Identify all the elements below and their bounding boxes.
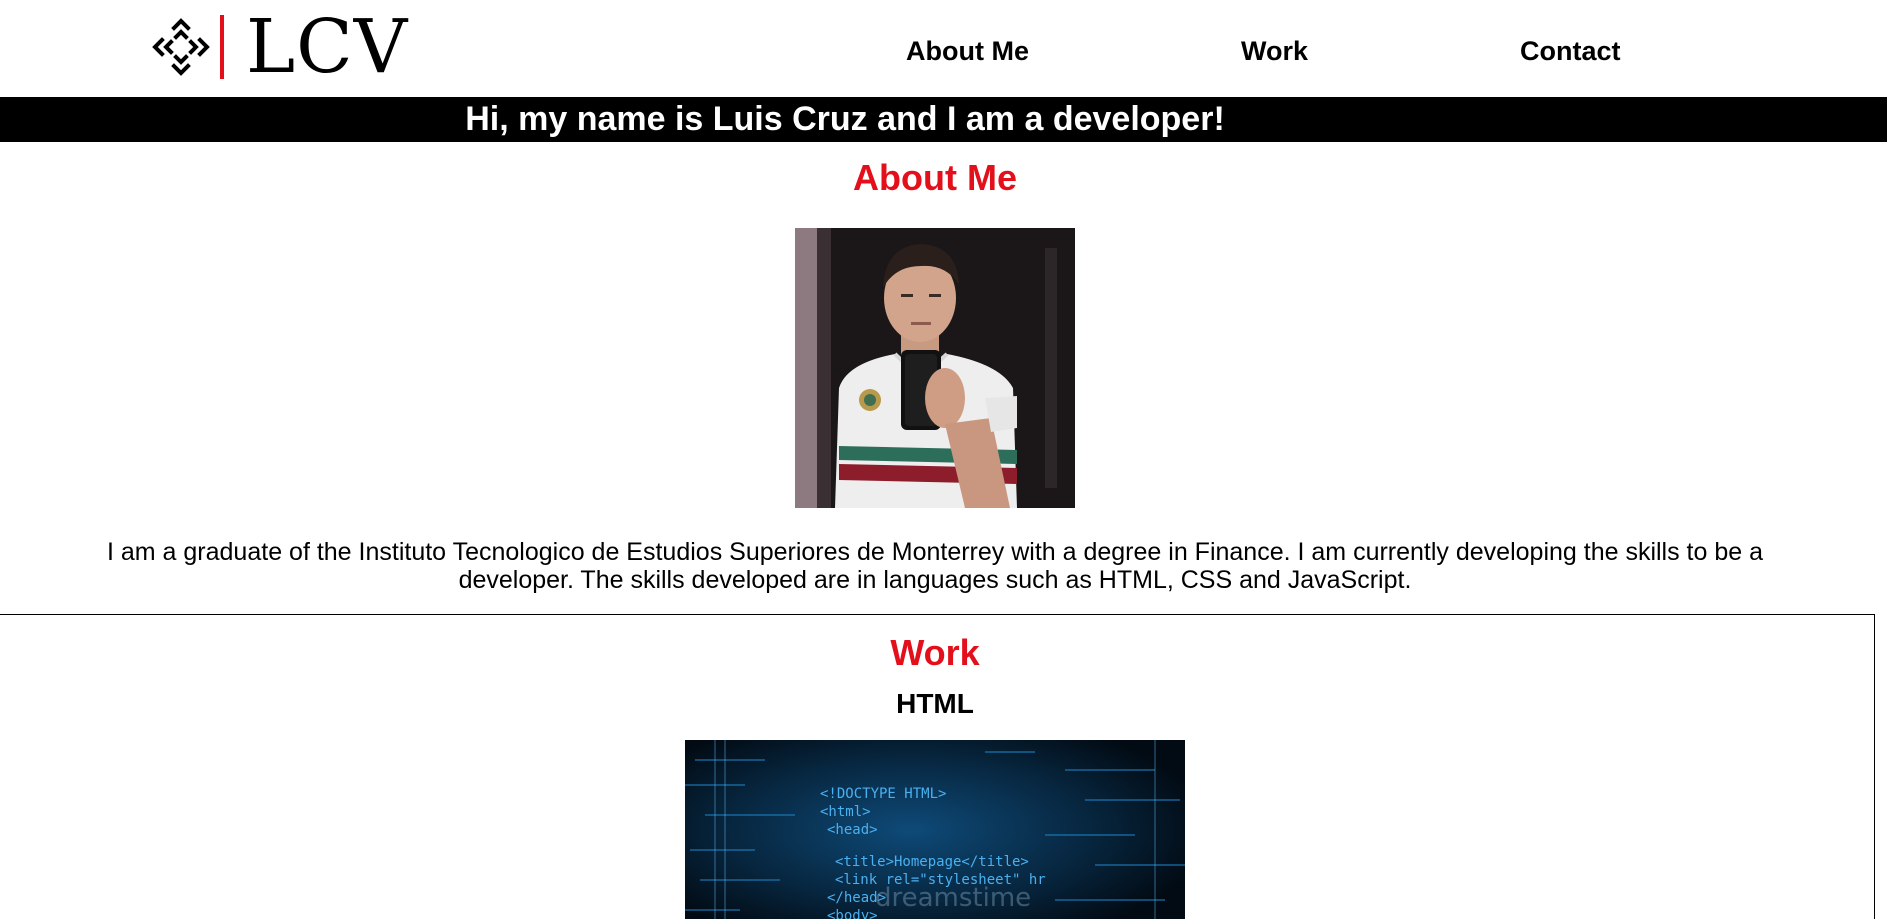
- nav-contact-link[interactable]: Contact: [1520, 32, 1621, 70]
- work-section: Work HTML <!DOCTYPE HTML> <html> <head> …: [0, 614, 1875, 919]
- intro-banner-text: Hi, my name is Luis Cruz and I am a deve…: [465, 100, 1225, 138]
- about-section: About Me I am a graduate of the Institut…: [0, 142, 1887, 614]
- logo-text: LCV: [246, 4, 409, 90]
- page: LCV About Me Work Contact Hi, my name is…: [0, 0, 1887, 919]
- code-line-3: <head>: [827, 822, 878, 838]
- nav-work-link[interactable]: Work: [1241, 32, 1308, 70]
- code-line-1: <!DOCTYPE HTML>: [820, 786, 946, 802]
- code-line-4: <title>Homepage</title>: [835, 854, 1029, 870]
- about-bio: I am a graduate of the Instituto Tecnolo…: [106, 538, 1764, 594]
- html-code-illustration: <!DOCTYPE HTML> <html> <head> <title>Hom…: [685, 740, 1185, 919]
- profile-photo: [795, 228, 1075, 508]
- diamond-logo-icon: [152, 18, 210, 76]
- about-title: About Me: [853, 157, 1017, 198]
- site-header: LCV About Me Work Contact: [0, 0, 1887, 97]
- html-project-image[interactable]: <!DOCTYPE HTML> <html> <head> <title>Hom…: [685, 740, 1185, 919]
- code-line-7: <body>: [827, 908, 878, 919]
- nav-about-me-link[interactable]: About Me: [906, 32, 1029, 70]
- logo[interactable]: LCV: [150, 4, 409, 90]
- project-title-html: HTML: [896, 688, 974, 719]
- intro-banner: Hi, my name is Luis Cruz and I am a deve…: [0, 97, 1887, 142]
- logo-divider: [220, 15, 224, 79]
- code-line-2: <html>: [820, 804, 871, 820]
- image-watermark: dreamstime: [875, 883, 1031, 913]
- profile-photo-illustration: [795, 228, 1075, 508]
- work-title: Work: [890, 632, 980, 673]
